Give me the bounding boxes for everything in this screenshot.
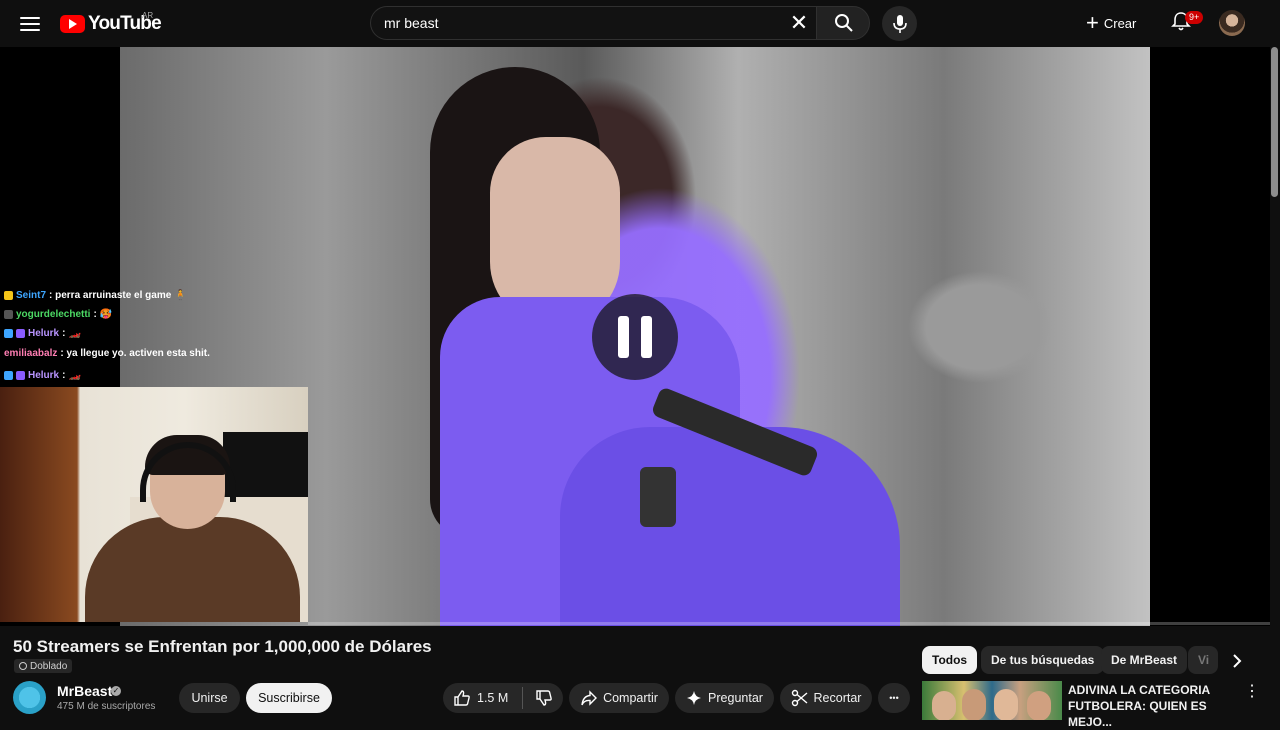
like-dislike-group: 1.5 M xyxy=(443,683,563,713)
chip-label: Vi xyxy=(1198,653,1210,667)
country-code: AR xyxy=(142,11,154,20)
video-title: 50 Streamers se Enfrentan por 1,000,000 … xyxy=(13,637,432,656)
chat-badge-icon xyxy=(16,371,25,380)
ask-label: Preguntar xyxy=(708,691,763,705)
chat-message: Helurk: 🏎️ xyxy=(4,370,81,381)
thumb-face-4 xyxy=(1027,691,1051,720)
clip-button[interactable]: Recortar xyxy=(780,683,872,713)
subscribe-button[interactable]: Suscribirse xyxy=(246,683,332,713)
chips-next-button[interactable] xyxy=(1226,650,1248,672)
chip-from-searches[interactable]: De tus búsquedas xyxy=(981,646,1105,674)
share-icon xyxy=(581,690,598,706)
notification-count-badge: 9+ xyxy=(1185,11,1204,24)
dubbed-tag: Doblado xyxy=(14,659,73,673)
chip-partial[interactable]: Vi xyxy=(1188,646,1218,674)
chat-username: Seint7 xyxy=(16,290,47,301)
clear-search-icon[interactable]: ✕ xyxy=(786,10,812,36)
thumb-face-3 xyxy=(994,689,1018,720)
chip-todos[interactable]: Todos xyxy=(922,646,978,674)
chat-username: Helurk xyxy=(28,370,60,381)
chevron-right-icon xyxy=(1233,654,1242,668)
search-button[interactable] xyxy=(816,6,870,40)
dub-person-icon xyxy=(19,662,27,670)
create-button[interactable]: + Crear xyxy=(1086,6,1154,40)
like-button[interactable]: 1.5 M xyxy=(453,689,508,707)
join-label: Unirse xyxy=(191,691,228,705)
video-camera-device xyxy=(640,467,676,527)
channel-name[interactable]: MrBeast xyxy=(57,683,112,699)
chip-label: De tus búsquedas xyxy=(991,653,1095,667)
chat-emote-icon: 🏎️ xyxy=(68,370,81,381)
search-box[interactable]: mr beast ✕ xyxy=(370,6,816,40)
menu-icon[interactable] xyxy=(20,14,40,32)
subscribe-label: Suscribirse xyxy=(258,691,320,705)
like-count: 1.5 M xyxy=(477,691,509,705)
sparkle-icon xyxy=(687,691,702,705)
plus-icon: + xyxy=(1086,10,1099,35)
share-label: Compartir xyxy=(603,691,658,705)
webcam-person-body xyxy=(85,517,300,622)
chat-text: : xyxy=(62,328,66,339)
thumb-face-2 xyxy=(962,689,986,720)
chat-emote-icon: 🧍 xyxy=(174,290,187,301)
ask-button[interactable]: Preguntar xyxy=(675,683,774,713)
chat-message: Seint7: perra arruinaste el game 🧍 xyxy=(4,290,187,301)
chat-badge-icon xyxy=(4,329,13,338)
chat-badge-icon xyxy=(4,371,13,380)
account-avatar[interactable] xyxy=(1219,10,1245,36)
thumbs-down-icon xyxy=(536,690,553,706)
page-scrollbar[interactable] xyxy=(1271,47,1278,197)
chat-badge-icon xyxy=(4,291,13,300)
chat-message: emiliaabalz: ya llegue yo. activen esta … xyxy=(4,348,210,359)
chat-text: : ya llegue yo. activen esta shit. xyxy=(60,348,210,359)
scissors-icon xyxy=(791,689,807,707)
youtube-play-logo-icon xyxy=(60,15,85,33)
subscriber-count: 475 M de suscriptores xyxy=(57,701,156,712)
dislike-button[interactable] xyxy=(535,689,553,707)
chat-username: emiliaabalz xyxy=(4,348,58,359)
create-label: Crear xyxy=(1103,15,1137,31)
voice-search-button[interactable] xyxy=(882,6,917,41)
progress-bar[interactable] xyxy=(308,622,1270,625)
channel-avatar[interactable] xyxy=(13,681,46,714)
chat-message: yogurdelechetti: 🥵 xyxy=(4,309,112,320)
mic-icon xyxy=(893,15,907,33)
chat-badge-icon xyxy=(16,329,25,338)
verified-icon: ✓ xyxy=(111,686,121,696)
chat-text: : xyxy=(93,309,97,320)
chat-message: Helurk: 🏎️ xyxy=(4,328,81,339)
streamer-webcam xyxy=(0,387,308,622)
pause-button[interactable] xyxy=(592,294,678,380)
recommended-video-title[interactable]: ADIVINA LA CATEGORIA FUTBOLERA: QUIEN ES… xyxy=(1068,682,1238,730)
chat-badge-icon xyxy=(4,310,13,319)
thumb-face-1 xyxy=(932,691,956,720)
chip-label: De MrBeast xyxy=(1111,653,1178,667)
stream-chat-overlay: Seint7: perra arruinaste el game 🧍 yogurde… xyxy=(0,287,310,387)
search-icon xyxy=(835,14,853,32)
more-vertical-icon[interactable]: ⋮ xyxy=(1244,684,1260,700)
divider xyxy=(522,687,524,709)
dubbed-label: Doblado xyxy=(30,660,68,672)
chip-label: Todos xyxy=(932,653,968,667)
video-figure-legs xyxy=(560,427,900,626)
chip-from-mrbeast[interactable]: De MrBeast xyxy=(1101,646,1188,674)
more-icon: ••• xyxy=(889,693,899,703)
recommended-video-thumbnail[interactable] xyxy=(922,681,1062,720)
chat-emote-icon: 🥵 xyxy=(99,309,113,320)
share-button[interactable]: Compartir xyxy=(569,683,669,713)
chat-text: : perra arruinaste el game xyxy=(49,290,172,301)
join-button[interactable]: Unirse xyxy=(179,683,240,713)
search-input[interactable]: mr beast xyxy=(384,15,438,31)
top-bar: YouTube AR mr beast ✕ + Crear 9+ xyxy=(0,0,1280,47)
chat-emote-icon: 🏎️ xyxy=(68,328,81,339)
chat-username: yogurdelechetti xyxy=(16,309,91,320)
clip-label: Recortar xyxy=(813,691,862,705)
chat-text: : xyxy=(62,370,66,381)
more-actions-button[interactable]: ••• xyxy=(878,683,910,713)
thumbs-up-icon xyxy=(454,690,470,706)
chat-username: Helurk xyxy=(28,328,60,339)
